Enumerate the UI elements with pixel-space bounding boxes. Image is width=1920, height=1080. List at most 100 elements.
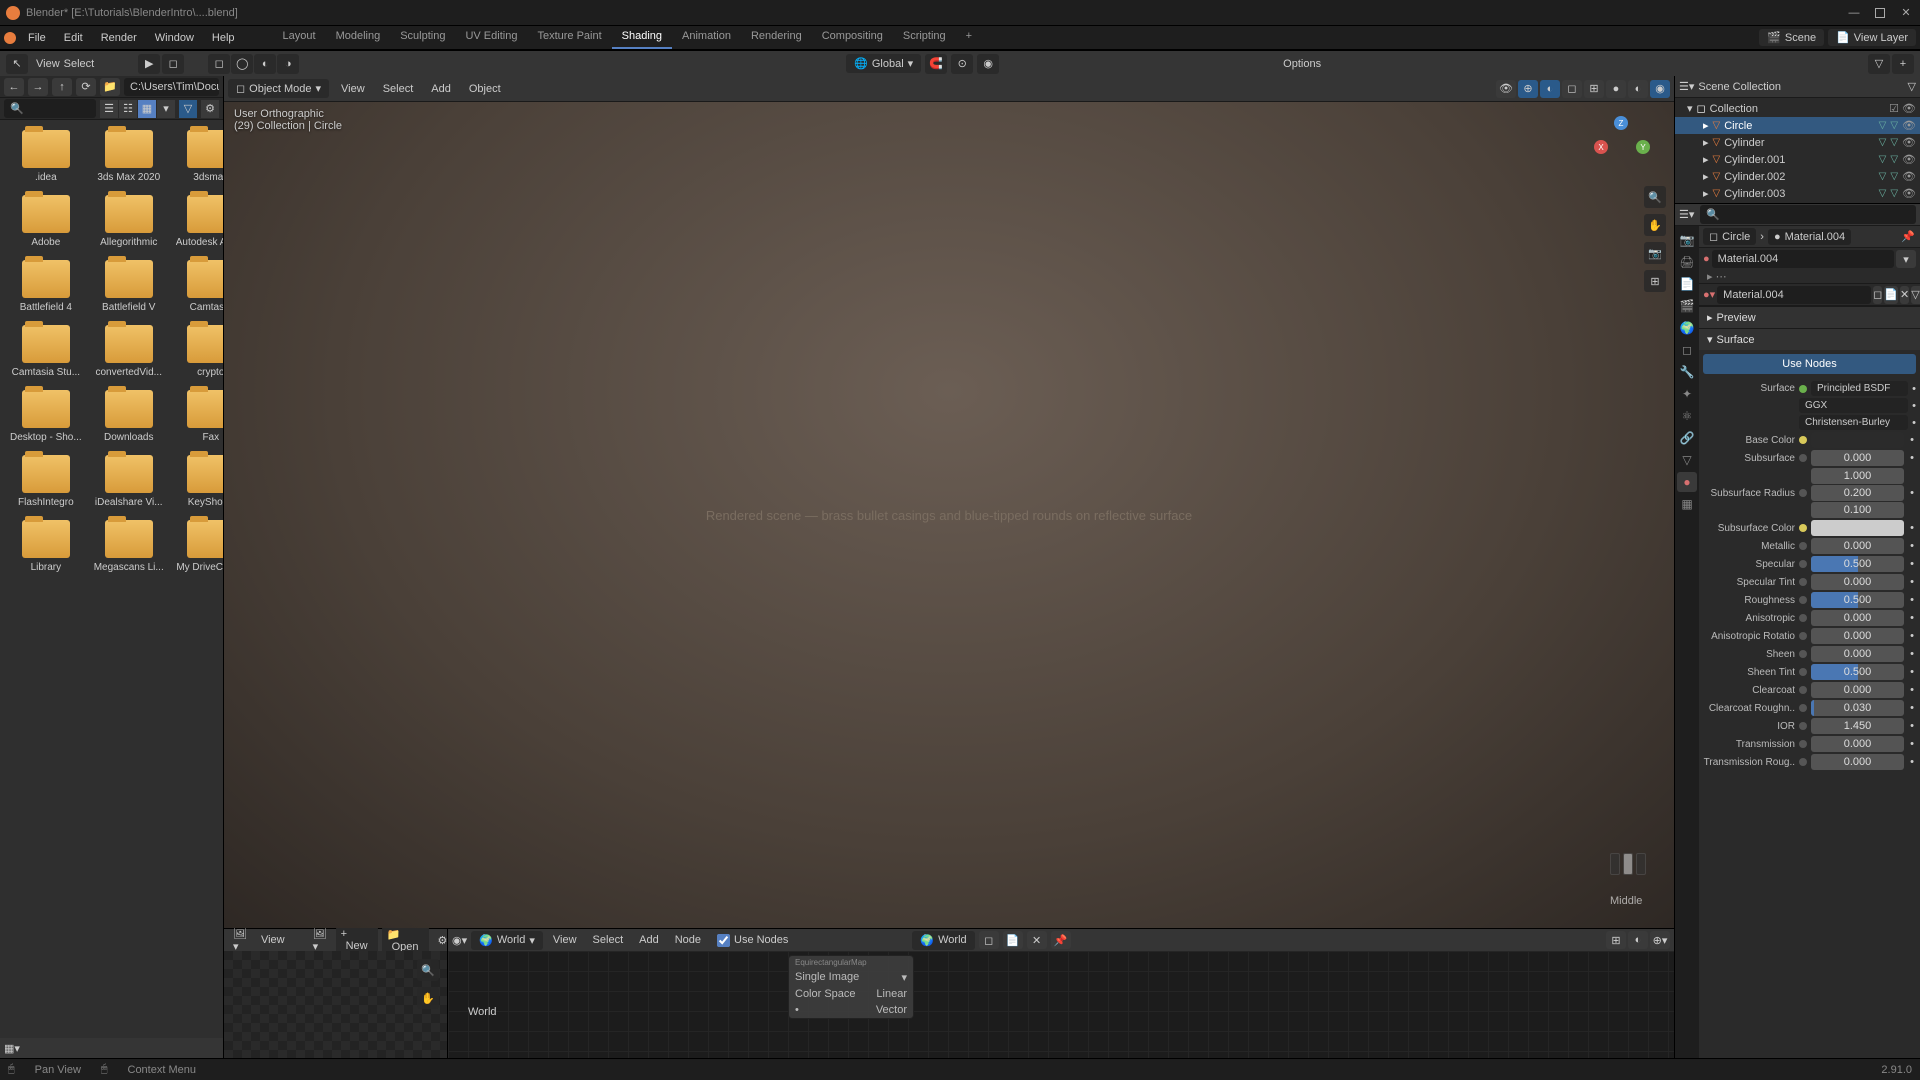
box-select-icon[interactable]: ◻: [208, 54, 230, 74]
folder-item[interactable]: Adobe: [6, 191, 86, 252]
outliner-item[interactable]: ▸▽Cylinder.003▽▽👁: [1675, 185, 1920, 202]
props-editor-icon[interactable]: ☰▾: [1679, 208, 1694, 221]
tab-texture[interactable]: ▦: [1677, 494, 1697, 514]
ne-new-icon[interactable]: 📄: [1003, 931, 1023, 949]
use-nodes-checkbox[interactable]: Use Nodes: [717, 934, 788, 947]
tab-render[interactable]: 📷: [1677, 230, 1697, 250]
mat-nodes-icon[interactable]: ▽▾: [1911, 286, 1920, 304]
folder-item[interactable]: crypto: [172, 321, 223, 382]
zoom-icon[interactable]: 🔍: [1644, 186, 1666, 208]
refresh-button[interactable]: ⟳: [76, 78, 96, 96]
image-canvas[interactable]: 🔍 ✋: [224, 951, 447, 1058]
xray-icon[interactable]: ◻: [1562, 80, 1582, 98]
workspace-tab-animation[interactable]: Animation: [672, 26, 741, 49]
vp-object-menu[interactable]: Object: [463, 81, 507, 97]
prop-clearcoat[interactable]: Clearcoat0.000•: [1703, 681, 1916, 699]
prop-anisotropic_rot[interactable]: Anisotropic Rotatio0.000•: [1703, 627, 1916, 645]
subsurf-method-select[interactable]: Christensen-Burley: [1799, 415, 1908, 430]
prop-specular[interactable]: Specular0.500•: [1703, 555, 1916, 573]
workspace-tab-uv-editing[interactable]: UV Editing: [455, 26, 527, 49]
props-search[interactable]: 🔍: [1700, 205, 1916, 224]
prop-anisotropic[interactable]: Anisotropic0.000•: [1703, 609, 1916, 627]
mat-copy-icon[interactable]: ◻: [1873, 286, 1882, 304]
mat-new-icon[interactable]: 📄: [1884, 286, 1898, 304]
workspace-tab-modeling[interactable]: Modeling: [326, 26, 391, 49]
workspace-tab-compositing[interactable]: Compositing: [812, 26, 893, 49]
ne-view[interactable]: View: [547, 932, 583, 948]
tab-modifiers[interactable]: 🔧: [1677, 362, 1697, 382]
settings-icon[interactable]: ⚙: [201, 100, 219, 118]
tab-world[interactable]: 🌍: [1677, 318, 1697, 338]
pan-icon[interactable]: ✋: [1644, 214, 1666, 236]
folder-item[interactable]: Fax: [172, 386, 223, 447]
prop-sheen_tint[interactable]: Sheen Tint0.500•: [1703, 663, 1916, 681]
wireframe-shading-icon[interactable]: ⊞: [1584, 80, 1604, 98]
node-env-texture[interactable]: EquirectangularMap Single Image▾ Color S…: [788, 955, 914, 1019]
ne-copy-icon[interactable]: ◻: [979, 931, 999, 949]
folder-item[interactable]: Camtasia: [172, 256, 223, 317]
ne-overlay-icon[interactable]: ◐: [1628, 931, 1648, 949]
workspace-tab-scripting[interactable]: Scripting: [893, 26, 956, 49]
menu-edit[interactable]: Edit: [56, 29, 91, 47]
filter-icon[interactable]: ▽: [179, 100, 197, 118]
folder-item[interactable]: 3dsmax: [172, 126, 223, 187]
crumb-material[interactable]: ● Material.004: [1768, 229, 1851, 245]
prop-subsurface[interactable]: Subsurface0.000•: [1703, 449, 1916, 467]
new-folder-icon[interactable]: 📁: [100, 78, 120, 96]
add-workspace-button[interactable]: +: [956, 26, 982, 49]
overlay-toggle-icon[interactable]: ◐: [1540, 80, 1560, 98]
folder-item[interactable]: Megascans Li...: [90, 516, 168, 577]
viewport-3d[interactable]: ◻ Object Mode ▾ View Select Add Object 👁…: [224, 76, 1674, 928]
node-canvas[interactable]: EquirectangularMap Single Image▾ Color S…: [448, 951, 1674, 1058]
folder-item[interactable]: 3ds Max 2020: [90, 126, 168, 187]
view-menu[interactable]: View: [36, 58, 60, 70]
up-button[interactable]: ↑: [52, 78, 72, 96]
distribution-select[interactable]: GGX: [1799, 398, 1908, 413]
snap-icon[interactable]: 🧲: [925, 54, 947, 74]
orientation-select[interactable]: 🌐 Global ▾: [846, 54, 921, 73]
circle-select-icon[interactable]: ◯: [231, 54, 253, 74]
vp-add-menu[interactable]: Add: [425, 81, 457, 97]
ne-pin-icon[interactable]: 📌: [1051, 931, 1071, 949]
cursor-tool-icon[interactable]: ↖: [6, 54, 28, 74]
prop-specular_tint[interactable]: Specular Tint0.000•: [1703, 573, 1916, 591]
ne-select[interactable]: Select: [587, 932, 630, 948]
material-name-input[interactable]: [1712, 250, 1894, 268]
pivot-icon[interactable]: ⊙: [951, 54, 973, 74]
folder-item[interactable]: FlashIntegro: [6, 451, 86, 512]
ie-view[interactable]: View: [256, 932, 290, 948]
selectability-icon[interactable]: 👁: [1496, 80, 1516, 98]
folder-item[interactable]: Camtasia Stu...: [6, 321, 86, 382]
forward-button[interactable]: →: [28, 78, 48, 96]
folder-item[interactable]: Allegorithmic: [90, 191, 168, 252]
pin-icon[interactable]: 📌: [1900, 229, 1916, 245]
tab-viewlayer[interactable]: 📄: [1677, 274, 1697, 294]
workspace-tab-rendering[interactable]: Rendering: [741, 26, 812, 49]
ne-opts-icon[interactable]: ⊕▾: [1650, 931, 1670, 949]
gizmo-toggle-icon[interactable]: ⊕: [1518, 80, 1538, 98]
select-box-icon[interactable]: ◻: [162, 54, 184, 74]
add-icon[interactable]: +: [1892, 54, 1914, 74]
prop-sheen[interactable]: Sheen0.000•: [1703, 645, 1916, 663]
folder-item[interactable]: My DriveCryp...: [172, 516, 223, 577]
workspace-tab-sculpting[interactable]: Sculpting: [390, 26, 455, 49]
outliner-item[interactable]: ▸▽Cylinder▽▽👁: [1675, 134, 1920, 151]
folder-item[interactable]: Battlefield 4: [6, 256, 86, 317]
prop-subsurface_color[interactable]: Subsurface Color•: [1703, 519, 1916, 537]
folder-item[interactable]: Library: [6, 516, 86, 577]
ne-unlink-icon[interactable]: ✕: [1027, 931, 1047, 949]
lasso-select-icon[interactable]: ◐: [254, 54, 276, 74]
folder-item[interactable]: iDealshare Vi...: [90, 451, 168, 512]
prop-transmission_rough[interactable]: Transmission Roug..0.000•: [1703, 753, 1916, 771]
ie-new-button[interactable]: + New: [336, 926, 378, 954]
ie-zoom-icon[interactable]: 🔍: [417, 959, 439, 981]
detail-view-icon[interactable]: ☷: [119, 100, 137, 118]
outliner-item[interactable]: ▸▽Cylinder.001▽▽👁: [1675, 151, 1920, 168]
back-button[interactable]: ←: [4, 78, 24, 96]
scene-select[interactable]: 🎬 Scene: [1759, 29, 1824, 46]
tweak-select-icon[interactable]: ◑: [277, 54, 299, 74]
tab-physics[interactable]: ⚛: [1677, 406, 1697, 426]
maximize-button[interactable]: [1872, 5, 1888, 21]
select-menu[interactable]: Select: [64, 58, 95, 70]
sort-icon[interactable]: ▾: [157, 100, 175, 118]
